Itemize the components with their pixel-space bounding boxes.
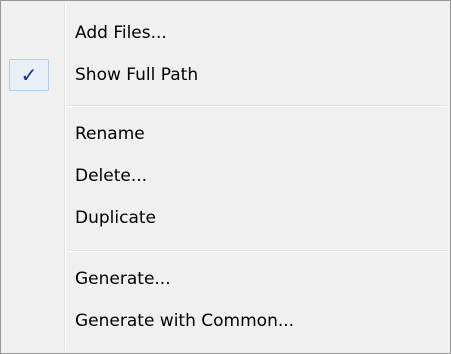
menu-item-duplicate[interactable]: Duplicate — [4, 197, 447, 239]
menu-item-label: Add Files... — [75, 23, 167, 43]
context-menu: Add Files... ✓ Show Full Path Rename Del… — [0, 0, 451, 354]
menu-item-add-files[interactable]: Add Files... — [4, 12, 447, 54]
menu-item-show-full-path[interactable]: ✓ Show Full Path — [4, 54, 447, 96]
menu-item-label: Rename — [75, 124, 145, 144]
menu-item-delete[interactable]: Delete... — [4, 155, 447, 197]
menu-item-generate-with-common[interactable]: Generate with Common... — [4, 300, 447, 342]
checkmark-icon: ✓ — [9, 59, 49, 91]
menu-item-label: Generate with Common... — [75, 311, 295, 331]
menu-item-rename[interactable]: Rename — [4, 113, 447, 155]
menu-separator — [67, 105, 447, 107]
menu-item-label: Duplicate — [75, 208, 156, 228]
menu-item-label: Show Full Path — [75, 65, 199, 85]
menu-item-generate[interactable]: Generate... — [4, 258, 447, 300]
menu-item-label: Delete... — [75, 166, 148, 186]
menu-separator — [67, 250, 447, 252]
menu-item-label: Generate... — [75, 269, 171, 289]
